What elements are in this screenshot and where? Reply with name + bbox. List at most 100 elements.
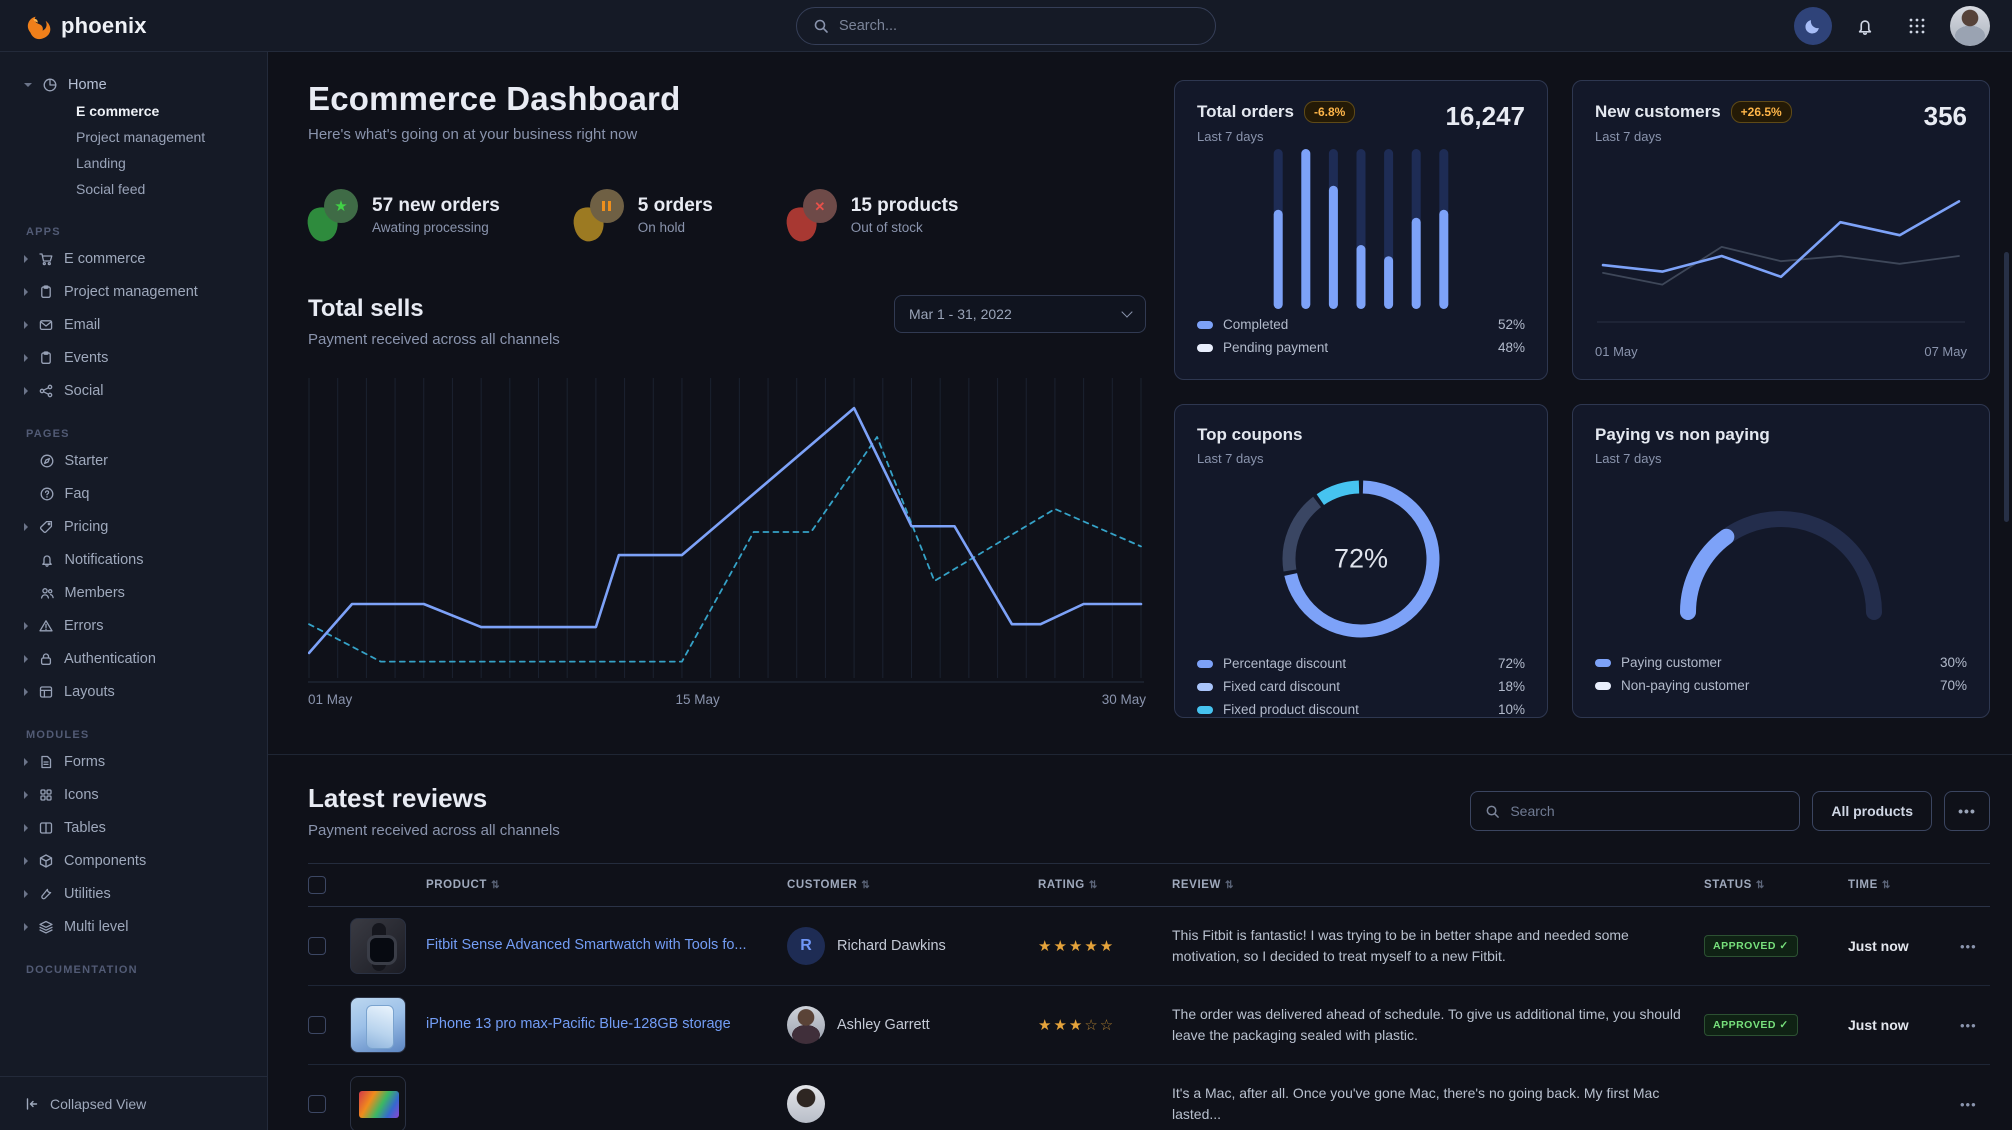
total-orders-period: Last 7 days bbox=[1197, 129, 1355, 144]
product-link[interactable]: iPhone 13 pro max-Pacific Blue-128GB sto… bbox=[426, 1015, 771, 1035]
stat-title: 15 products bbox=[851, 195, 959, 217]
search-input[interactable] bbox=[839, 18, 1199, 34]
product-link[interactable]: Fitbit Sense Advanced Smartwatch with To… bbox=[426, 936, 771, 956]
bell-icon bbox=[39, 552, 55, 568]
legend-label: Completed bbox=[1223, 317, 1288, 332]
legend-swatch bbox=[1197, 706, 1213, 714]
sidebar-item-members[interactable]: Members bbox=[24, 580, 249, 606]
stat-text: 57 new ordersAwating processing bbox=[372, 195, 500, 235]
global-search[interactable] bbox=[796, 7, 1216, 45]
user-avatar[interactable] bbox=[1950, 6, 1990, 46]
stars-empty: ☆☆ bbox=[1084, 1017, 1115, 1034]
reviews-search[interactable] bbox=[1470, 791, 1800, 831]
bubble-shape: ★ bbox=[324, 189, 358, 223]
pause-blob-icon bbox=[574, 189, 624, 241]
dashboard-left-column: Ecommerce Dashboard Here's what's going … bbox=[308, 80, 1146, 718]
customer-cell[interactable] bbox=[787, 1085, 1022, 1123]
search-icon bbox=[1485, 804, 1500, 819]
sidebar-section-label: DOCUMENTATION bbox=[26, 964, 249, 976]
row-more-button[interactable]: ••• bbox=[1960, 1018, 1990, 1033]
top-coupons-period: Last 7 days bbox=[1197, 451, 1302, 466]
stat-title: 5 orders bbox=[638, 195, 713, 217]
legend-value: 18% bbox=[1498, 679, 1525, 694]
sidebar-item-label: Starter bbox=[65, 453, 109, 469]
sidebar-subitem-social-feed[interactable]: Social feed bbox=[24, 176, 249, 202]
sidebar-item-tables[interactable]: Tables bbox=[24, 815, 249, 841]
column-header-customer[interactable]: CUSTOMER⇅ bbox=[787, 879, 1022, 891]
row-checkbox[interactable] bbox=[308, 1016, 326, 1034]
stats-row: ★ 57 new ordersAwating processing 5 orders… bbox=[308, 189, 1146, 241]
sidebar-subitem-landing[interactable]: Landing bbox=[24, 150, 249, 176]
caret-right-icon bbox=[24, 622, 28, 630]
review-text: It's a Mac, after all. Once you've gone … bbox=[1172, 1083, 1688, 1125]
sidebar-item-e-commerce[interactable]: E commerce bbox=[24, 246, 249, 272]
paying-vs-nonpaying-card: Paying vs non paying Last 7 days Paying … bbox=[1572, 404, 1990, 718]
sidebar-item-social[interactable]: Social bbox=[24, 378, 249, 404]
column-header-status[interactable]: STATUS⇅ bbox=[1704, 879, 1832, 891]
caret-right-icon bbox=[24, 321, 28, 329]
table-icon bbox=[38, 820, 54, 836]
sidebar-item-components[interactable]: Components bbox=[24, 848, 249, 874]
caret-right-icon bbox=[24, 255, 28, 263]
sidebar-item-email[interactable]: Email bbox=[24, 312, 249, 338]
sidebar-item-errors[interactable]: Errors bbox=[24, 613, 249, 639]
sidebar-item-home[interactable]: Home bbox=[24, 72, 249, 98]
sidebar-item-multi-level[interactable]: Multi level bbox=[24, 914, 249, 940]
sidebar-subitem-project-management[interactable]: Project management bbox=[24, 124, 249, 150]
sidebar-item-pricing[interactable]: Pricing bbox=[24, 514, 249, 540]
sidebar: HomeE commerceProject managementLandingS… bbox=[0, 52, 268, 1130]
collapse-sidebar-button[interactable]: Collapsed View bbox=[0, 1076, 267, 1130]
column-header-rating[interactable]: RATING⇅ bbox=[1038, 879, 1156, 891]
reviews-more-button[interactable]: ••• bbox=[1944, 791, 1990, 831]
notifications-button[interactable] bbox=[1846, 7, 1884, 45]
column-header-time[interactable]: TIME⇅ bbox=[1848, 879, 1944, 891]
sidebar-item-authentication[interactable]: Authentication bbox=[24, 646, 249, 672]
row-more-button[interactable]: ••• bbox=[1960, 1097, 1990, 1112]
reviews-subtitle: Payment received across all channels bbox=[308, 822, 560, 839]
select-all-checkbox[interactable] bbox=[308, 876, 326, 894]
brand[interactable]: phoenix bbox=[22, 11, 147, 41]
reviews-table: PRODUCT⇅ CUSTOMER⇅ RATING⇅ REVIEW⇅ STATUS⇅ TI… bbox=[308, 863, 1990, 1130]
column-header-product[interactable]: PRODUCT⇅ bbox=[426, 879, 771, 891]
all-products-button[interactable]: All products bbox=[1812, 791, 1932, 831]
sort-icon: ⇅ bbox=[1756, 880, 1765, 891]
sidebar-item-icons[interactable]: Icons bbox=[24, 782, 249, 808]
row-more-button[interactable]: ••• bbox=[1960, 939, 1990, 954]
brand-name: phoenix bbox=[61, 13, 147, 39]
caret-right-icon bbox=[24, 688, 28, 696]
reviews-search-input[interactable] bbox=[1510, 803, 1785, 819]
compass-icon bbox=[39, 453, 55, 469]
total-orders-card: Total orders -6.8% Last 7 days 16,247 Co… bbox=[1174, 80, 1548, 380]
sidebar-item-notifications[interactable]: Notifications bbox=[24, 547, 249, 573]
sidebar-item-project-management[interactable]: Project management bbox=[24, 279, 249, 305]
sort-icon: ⇅ bbox=[1089, 880, 1098, 891]
sidebar-subitem-e-commerce[interactable]: E commerce bbox=[24, 98, 249, 124]
total-orders-bar-chart bbox=[1231, 145, 1491, 313]
customer-cell[interactable]: RRichard Dawkins bbox=[787, 927, 1022, 965]
sidebar-item-faq[interactable]: Faq bbox=[24, 481, 249, 507]
sidebar-item-utilities[interactable]: Utilities bbox=[24, 881, 249, 907]
column-header-review[interactable]: REVIEW⇅ bbox=[1172, 879, 1688, 891]
share-icon bbox=[38, 383, 54, 399]
sidebar-item-starter[interactable]: Starter bbox=[24, 448, 249, 474]
theme-toggle-button[interactable] bbox=[1794, 7, 1832, 45]
apps-menu-button[interactable] bbox=[1898, 7, 1936, 45]
stat-new-orders: ★ 57 new ordersAwating processing bbox=[308, 189, 500, 241]
caret-right-icon bbox=[24, 890, 28, 898]
scrollbar[interactable] bbox=[2004, 252, 2009, 522]
sidebar-item-events[interactable]: Events bbox=[24, 345, 249, 371]
row-checkbox[interactable] bbox=[308, 1095, 326, 1113]
caret-right-icon bbox=[24, 857, 28, 865]
stars-filled: ★★★★★ bbox=[1038, 938, 1115, 955]
paying-legend: Paying customer30%Non-paying customer70% bbox=[1595, 651, 1967, 697]
customer-cell[interactable]: Ashley Garrett bbox=[787, 1006, 1022, 1044]
legend-swatch bbox=[1197, 683, 1213, 691]
date-range-select[interactable]: Mar 1 - 31, 2022 bbox=[894, 295, 1146, 333]
row-checkbox[interactable] bbox=[308, 937, 326, 955]
package-icon bbox=[38, 853, 54, 869]
bubble-shape: ✕ bbox=[803, 189, 837, 223]
sidebar-item-layouts[interactable]: Layouts bbox=[24, 679, 249, 705]
caret-down-icon bbox=[24, 83, 32, 87]
sidebar-item-forms[interactable]: Forms bbox=[24, 749, 249, 775]
stars-filled: ★★★ bbox=[1038, 1017, 1084, 1034]
